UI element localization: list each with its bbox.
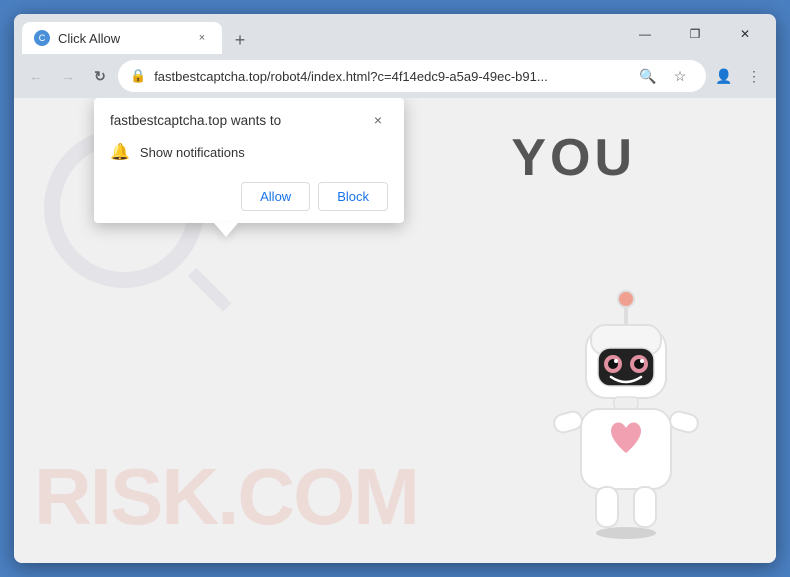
tab-area: C Click Allow × + <box>22 14 622 54</box>
url-actions: 🔍 ☆ <box>634 62 694 90</box>
tab-title: Click Allow <box>58 31 186 46</box>
page-you-text: YOU <box>511 128 636 188</box>
window-controls: — ❐ ✕ <box>622 18 768 50</box>
magnifier-handle <box>188 268 232 312</box>
robot-svg <box>526 273 726 553</box>
title-bar: C Click Allow × + — ❐ ✕ <box>14 14 776 54</box>
popup-header: fastbestcaptcha.top wants to × <box>94 98 404 138</box>
robot-illustration <box>526 273 726 553</box>
address-bar: ← → ↻ 🔒 fastbestcaptcha.top/robot4/index… <box>14 54 776 98</box>
search-icon-btn[interactable]: 🔍 <box>634 62 662 90</box>
url-text: fastbestcaptcha.top/robot4/index.html?c=… <box>154 69 626 84</box>
back-button[interactable]: ← <box>22 62 50 90</box>
notification-popup: fastbestcaptcha.top wants to × 🔔 Show no… <box>94 98 404 223</box>
refresh-button[interactable]: ↻ <box>86 62 114 90</box>
popup-close-button[interactable]: × <box>368 110 388 130</box>
popup-notification-row: 🔔 Show notifications <box>94 138 404 174</box>
tab-favicon: C <box>34 30 50 46</box>
minimize-button[interactable]: — <box>622 18 668 50</box>
popup-actions: Allow Block <box>94 174 404 223</box>
toolbar-right: 👤 ⋮ <box>710 62 768 90</box>
allow-button[interactable]: Allow <box>241 182 310 211</box>
notification-label: Show notifications <box>140 145 245 160</box>
popup-tail <box>214 223 238 237</box>
new-tab-button[interactable]: + <box>226 26 254 54</box>
forward-button[interactable]: → <box>54 62 82 90</box>
page-content: RISK.COM YOU <box>14 98 776 563</box>
lock-icon: 🔒 <box>130 68 146 84</box>
url-bar[interactable]: 🔒 fastbestcaptcha.top/robot4/index.html?… <box>118 60 706 92</box>
bookmark-icon-btn[interactable]: ☆ <box>666 62 694 90</box>
popup-title: fastbestcaptcha.top wants to <box>110 113 281 128</box>
tab-close-button[interactable]: × <box>194 30 210 46</box>
bell-icon: 🔔 <box>110 142 130 162</box>
active-tab[interactable]: C Click Allow × <box>22 22 222 54</box>
risk-watermark: RISK.COM <box>34 451 418 543</box>
close-button[interactable]: ✕ <box>722 18 768 50</box>
browser-window: C Click Allow × + — ❐ ✕ ← → ↻ 🔒 fastbest… <box>14 14 776 563</box>
profile-button[interactable]: 👤 <box>710 62 738 90</box>
maximize-button[interactable]: ❐ <box>672 18 718 50</box>
block-button[interactable]: Block <box>318 182 388 211</box>
menu-button[interactable]: ⋮ <box>740 62 768 90</box>
